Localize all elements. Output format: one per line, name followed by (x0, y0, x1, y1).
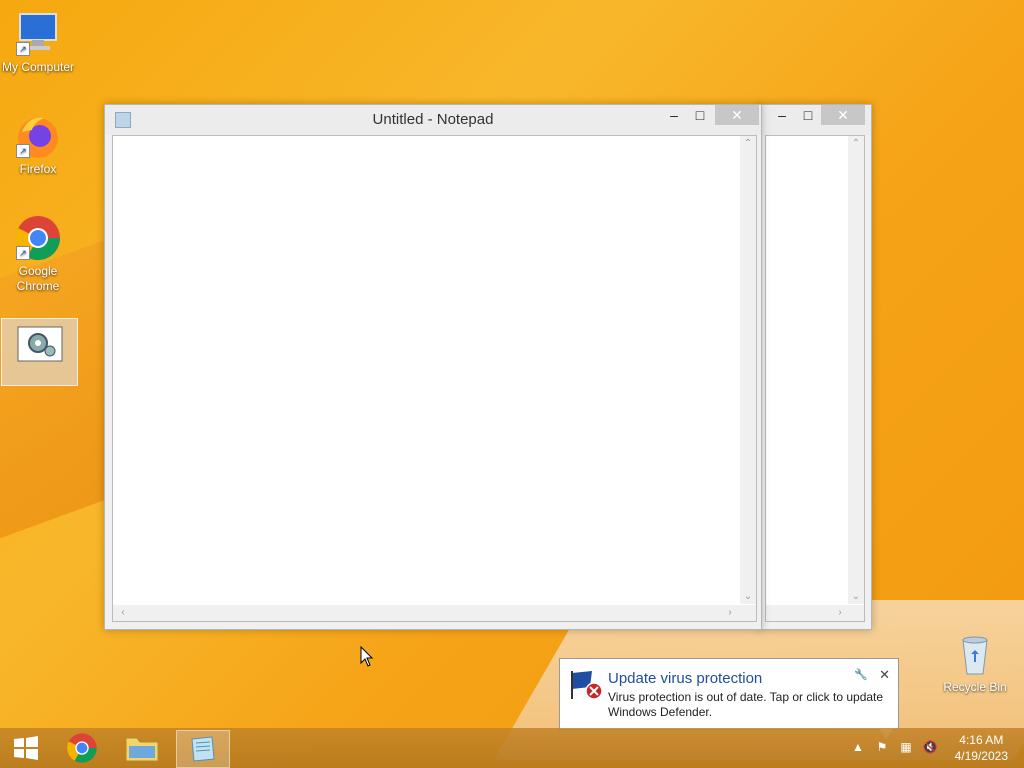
close-button[interactable]: ✕ (715, 105, 759, 125)
desktop-icon-label: Google Chrome (16, 264, 60, 293)
notification-title: Update virus protection (608, 670, 763, 687)
defender-flag-icon (570, 669, 604, 706)
notepad-window[interactable]: Untitled - Notepad – □ ✕ ⌃ ⌄ ‹ › (104, 104, 762, 630)
horizontal-scrollbar[interactable]: › (766, 605, 864, 621)
chrome-icon (67, 733, 97, 763)
vertical-scrollbar[interactable]: ⌃ ⌄ (740, 136, 756, 604)
title-bar[interactable]: Untitled - Notepad – □ ✕ (105, 105, 761, 135)
scroll-up-icon[interactable]: ⌃ (848, 138, 864, 149)
action-center-flag-icon[interactable]: ⚑ (874, 740, 890, 756)
taskbar-notepad-button[interactable] (176, 730, 230, 768)
gear-icon (16, 325, 64, 373)
settings-wrench-icon[interactable]: 🔧 (854, 668, 868, 681)
clock-date: 4/19/2023 (954, 749, 1008, 763)
scroll-down-icon[interactable]: ⌄ (848, 591, 864, 602)
mouse-cursor-icon (360, 645, 374, 673)
taskbar-file-explorer-button[interactable] (116, 730, 168, 766)
recycle-bin-icon (951, 630, 999, 678)
vertical-scrollbar[interactable]: ⌃ ⌄ (848, 136, 864, 604)
close-icon[interactable]: ✕ (879, 667, 890, 683)
notification-body: Virus protection is out of date. Tap or … (608, 690, 884, 719)
scroll-down-icon[interactable]: ⌄ (740, 591, 756, 602)
title-bar[interactable]: – □ ✕ (759, 105, 871, 135)
show-hidden-icons-icon[interactable]: ▲ (850, 740, 866, 756)
windows-logo-icon (14, 736, 38, 760)
minimize-button[interactable]: – (661, 105, 687, 125)
desktop-icon-google-chrome[interactable]: ↗ Google Chrome (0, 214, 76, 294)
desktop-icon-recycle-bin[interactable]: Recycle Bin (937, 630, 1013, 695)
desktop-icon-label: My Computer (1, 60, 75, 74)
clock-time: 4:16 AM (959, 733, 1004, 747)
background-window[interactable]: – □ ✕ ⌃ ⌄ › (758, 104, 872, 630)
close-button[interactable]: ✕ (821, 105, 865, 125)
firefox-icon: ↗ (14, 112, 62, 160)
shortcut-arrow-icon: ↗ (16, 144, 30, 158)
computer-icon: ↗ (14, 10, 62, 58)
taskbar: ▲ ⚑ ▦ 🔇 4:16 AM 4/19/2023 (0, 728, 1024, 768)
scroll-right-icon[interactable]: › (722, 607, 738, 618)
maximize-button[interactable]: □ (795, 105, 821, 125)
notepad-icon (191, 736, 215, 762)
horizontal-scrollbar[interactable]: ‹ › (113, 605, 756, 621)
chrome-icon: ↗ (14, 214, 62, 262)
desktop-icon-label: Recycle Bin (943, 680, 1007, 694)
minimize-button[interactable]: – (769, 105, 795, 125)
network-icon[interactable]: ▦ (898, 740, 914, 756)
folder-icon (125, 737, 159, 762)
desktop-icon-settings-app[interactable] (1, 318, 78, 386)
scroll-left-icon[interactable]: ‹ (115, 607, 131, 618)
shortcut-arrow-icon: ↗ (16, 42, 30, 56)
maximize-button[interactable]: □ (687, 105, 713, 125)
scroll-up-icon[interactable]: ⌃ (740, 138, 756, 149)
clock[interactable]: 4:16 AM 4/19/2023 (955, 732, 1008, 764)
volume-muted-icon[interactable]: 🔇 (922, 740, 938, 756)
notification-toast[interactable]: Update virus protection Virus protection… (559, 658, 899, 739)
taskbar-chrome-button[interactable] (56, 730, 108, 766)
desktop-icon-my-computer[interactable]: ↗ My Computer (0, 10, 76, 75)
start-button[interactable] (0, 730, 52, 766)
scroll-right-icon[interactable]: › (832, 607, 848, 618)
shortcut-arrow-icon: ↗ (16, 246, 30, 260)
desktop-icon-firefox[interactable]: ↗ Firefox (0, 112, 76, 177)
text-area[interactable]: ⌃ ⌄ ‹ › (112, 135, 757, 622)
desktop-icon-label: Firefox (19, 162, 57, 176)
text-area[interactable]: ⌃ ⌄ › (765, 135, 865, 622)
